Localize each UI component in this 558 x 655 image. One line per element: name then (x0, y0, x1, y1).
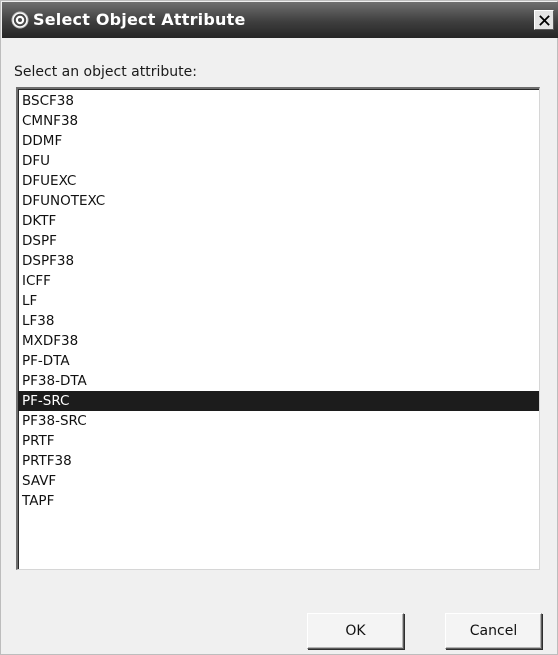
object-attribute-list[interactable]: BSCF38 CMNF38 DDMF DFU DFUEXC DFUNOTEXC DKTF DS… (16, 87, 540, 570)
list-item[interactable]: PF38-DTA (18, 371, 539, 391)
ok-button[interactable]: OK (307, 613, 404, 649)
dialog-app-icon (11, 11, 29, 29)
list-items: BSCF38 CMNF38 DDMF DFU DFUEXC DFUNOTEXC DKTF DS… (18, 89, 539, 511)
list-item[interactable]: BSCF38 (18, 91, 539, 111)
list-item[interactable]: PF38-SRC (18, 411, 539, 431)
list-item[interactable]: ICFF (18, 271, 539, 291)
list-item[interactable]: DFUEXC (18, 171, 539, 191)
list-item[interactable]: DDMF (18, 131, 539, 151)
list-item[interactable]: DFUNOTEXC (18, 191, 539, 211)
list-item[interactable]: PRTF (18, 431, 539, 451)
close-icon (538, 14, 550, 26)
list-item[interactable]: LF (18, 291, 539, 311)
window-title: Select Object Attribute (33, 10, 246, 29)
list-item[interactable]: MXDF38 (18, 331, 539, 351)
list-item[interactable]: PRTF38 (18, 451, 539, 471)
list-item[interactable]: TAPF (18, 491, 539, 511)
list-item[interactable]: DFU (18, 151, 539, 171)
list-item[interactable]: PF-DTA (18, 351, 539, 371)
list-item[interactable]: SAVF (18, 471, 539, 491)
list-item[interactable]: DSPF38 (18, 251, 539, 271)
list-item-selected[interactable]: PF-SRC (18, 391, 539, 411)
title-bar[interactable]: Select Object Attribute (2, 2, 558, 38)
cancel-button[interactable]: Cancel (445, 613, 542, 649)
list-item[interactable]: DSPF (18, 231, 539, 251)
list-item[interactable]: CMNF38 (18, 111, 539, 131)
list-item[interactable]: LF38 (18, 311, 539, 331)
list-item[interactable]: DKTF (18, 211, 539, 231)
select-object-attribute-dialog: Select Object Attribute Select an object… (0, 0, 558, 655)
prompt-label: Select an object attribute: (14, 64, 197, 80)
close-button[interactable] (534, 10, 554, 30)
